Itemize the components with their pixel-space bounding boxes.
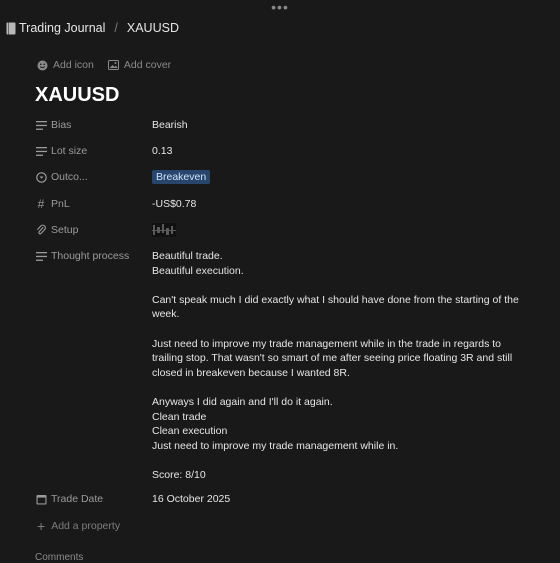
image-icon <box>107 60 119 70</box>
property-outcome-value-cell[interactable]: Breakeven <box>152 170 532 185</box>
property-bias-label-cell[interactable]: Bias <box>35 118 152 133</box>
thought-line: Can't speak much I did exactly what I sh… <box>152 293 519 321</box>
property-outcome-label-cell[interactable]: Outco... <box>35 170 152 185</box>
property-setup-value-cell[interactable] <box>152 223 532 237</box>
add-icon-button[interactable]: Add icon <box>37 59 94 71</box>
thought-line: Beautiful execution. <box>152 264 244 277</box>
comments-heading: Comments <box>35 552 84 563</box>
book-icon <box>6 22 16 34</box>
add-property-button[interactable]: + Add a property <box>37 518 121 534</box>
paperclip-icon <box>35 223 47 237</box>
property-trade-date-value[interactable]: 16 October 2025 <box>152 492 532 507</box>
plus-icon: + <box>37 518 46 534</box>
property-trade-date: Trade Date 16 October 2025 <box>35 492 535 507</box>
thought-line: Clean execution <box>152 425 228 438</box>
more-options-icon[interactable]: ••• <box>0 0 560 14</box>
property-thought-process: Thought process Beautiful trade. Beautif… <box>35 249 535 483</box>
property-pnl-label-cell[interactable]: # PnL <box>35 197 152 212</box>
property-outcome-label: Outco... <box>51 171 88 183</box>
thought-line: Just need to improve my trade management… <box>152 439 399 452</box>
calendar-icon <box>35 492 47 506</box>
property-bias-value[interactable]: Bearish <box>152 118 532 133</box>
circle-chevron-icon <box>35 170 47 184</box>
property-thought-process-label-cell[interactable]: Thought process <box>35 249 152 483</box>
thought-line: Beautiful trade. <box>152 250 223 262</box>
breadcrumb-current[interactable]: XAUUSD <box>127 21 179 35</box>
page-actions: Add icon Add cover <box>37 59 171 71</box>
breadcrumb-separator: / <box>114 21 118 35</box>
hash-icon: # <box>37 197 45 211</box>
property-trade-date-label-cell[interactable]: Trade Date <box>35 492 152 507</box>
property-lot-size-label-cell[interactable]: Lot size <box>35 144 152 159</box>
breadcrumb-parent[interactable]: Trading Journal <box>19 21 105 35</box>
property-lot-size-value[interactable]: 0.13 <box>152 144 532 159</box>
add-cover-label: Add cover <box>123 59 172 71</box>
thought-line: Score: 8/10 <box>152 468 206 481</box>
property-lot-size-label: Lot size <box>51 145 88 157</box>
property-setup-label-cell[interactable]: Setup <box>35 223 152 237</box>
property-pnl: # PnL -US$0.78 <box>35 197 535 212</box>
property-pnl-value[interactable]: -US$0.78 <box>152 197 532 212</box>
text-lines-icon <box>35 118 47 132</box>
outcome-badge[interactable]: Breakeven <box>152 170 211 184</box>
add-icon-label: Add icon <box>53 59 94 71</box>
text-lines-icon <box>35 144 47 158</box>
thought-line: Just need to improve my trade management… <box>152 337 513 379</box>
property-setup-label: Setup <box>51 224 79 236</box>
thought-line: Clean trade <box>152 410 207 423</box>
property-pnl-label: PnL <box>51 198 70 210</box>
add-cover-button[interactable]: Add cover <box>107 59 172 71</box>
text-lines-icon <box>35 249 47 263</box>
property-trade-date-label: Trade Date <box>51 493 104 505</box>
property-outcome: Outco... Breakeven <box>35 170 535 185</box>
add-property-label: Add a property <box>51 520 121 532</box>
page-title[interactable]: XAUUSD <box>35 84 119 107</box>
breadcrumb: Trading Journal / XAUUSD <box>6 21 179 35</box>
setup-thumbnail[interactable] <box>152 223 176 237</box>
property-thought-process-label: Thought process <box>51 250 130 262</box>
property-bias-label: Bias <box>51 119 72 131</box>
smiley-icon <box>37 60 48 70</box>
property-setup: Setup <box>35 223 535 237</box>
property-lot-size: Lot size 0.13 <box>35 144 535 159</box>
property-thought-process-value[interactable]: Beautiful trade. Beautiful execution. Ca… <box>152 249 532 483</box>
thought-line: Anyways I did again and I'll do it again… <box>152 395 333 408</box>
property-bias: Bias Bearish <box>35 118 535 133</box>
